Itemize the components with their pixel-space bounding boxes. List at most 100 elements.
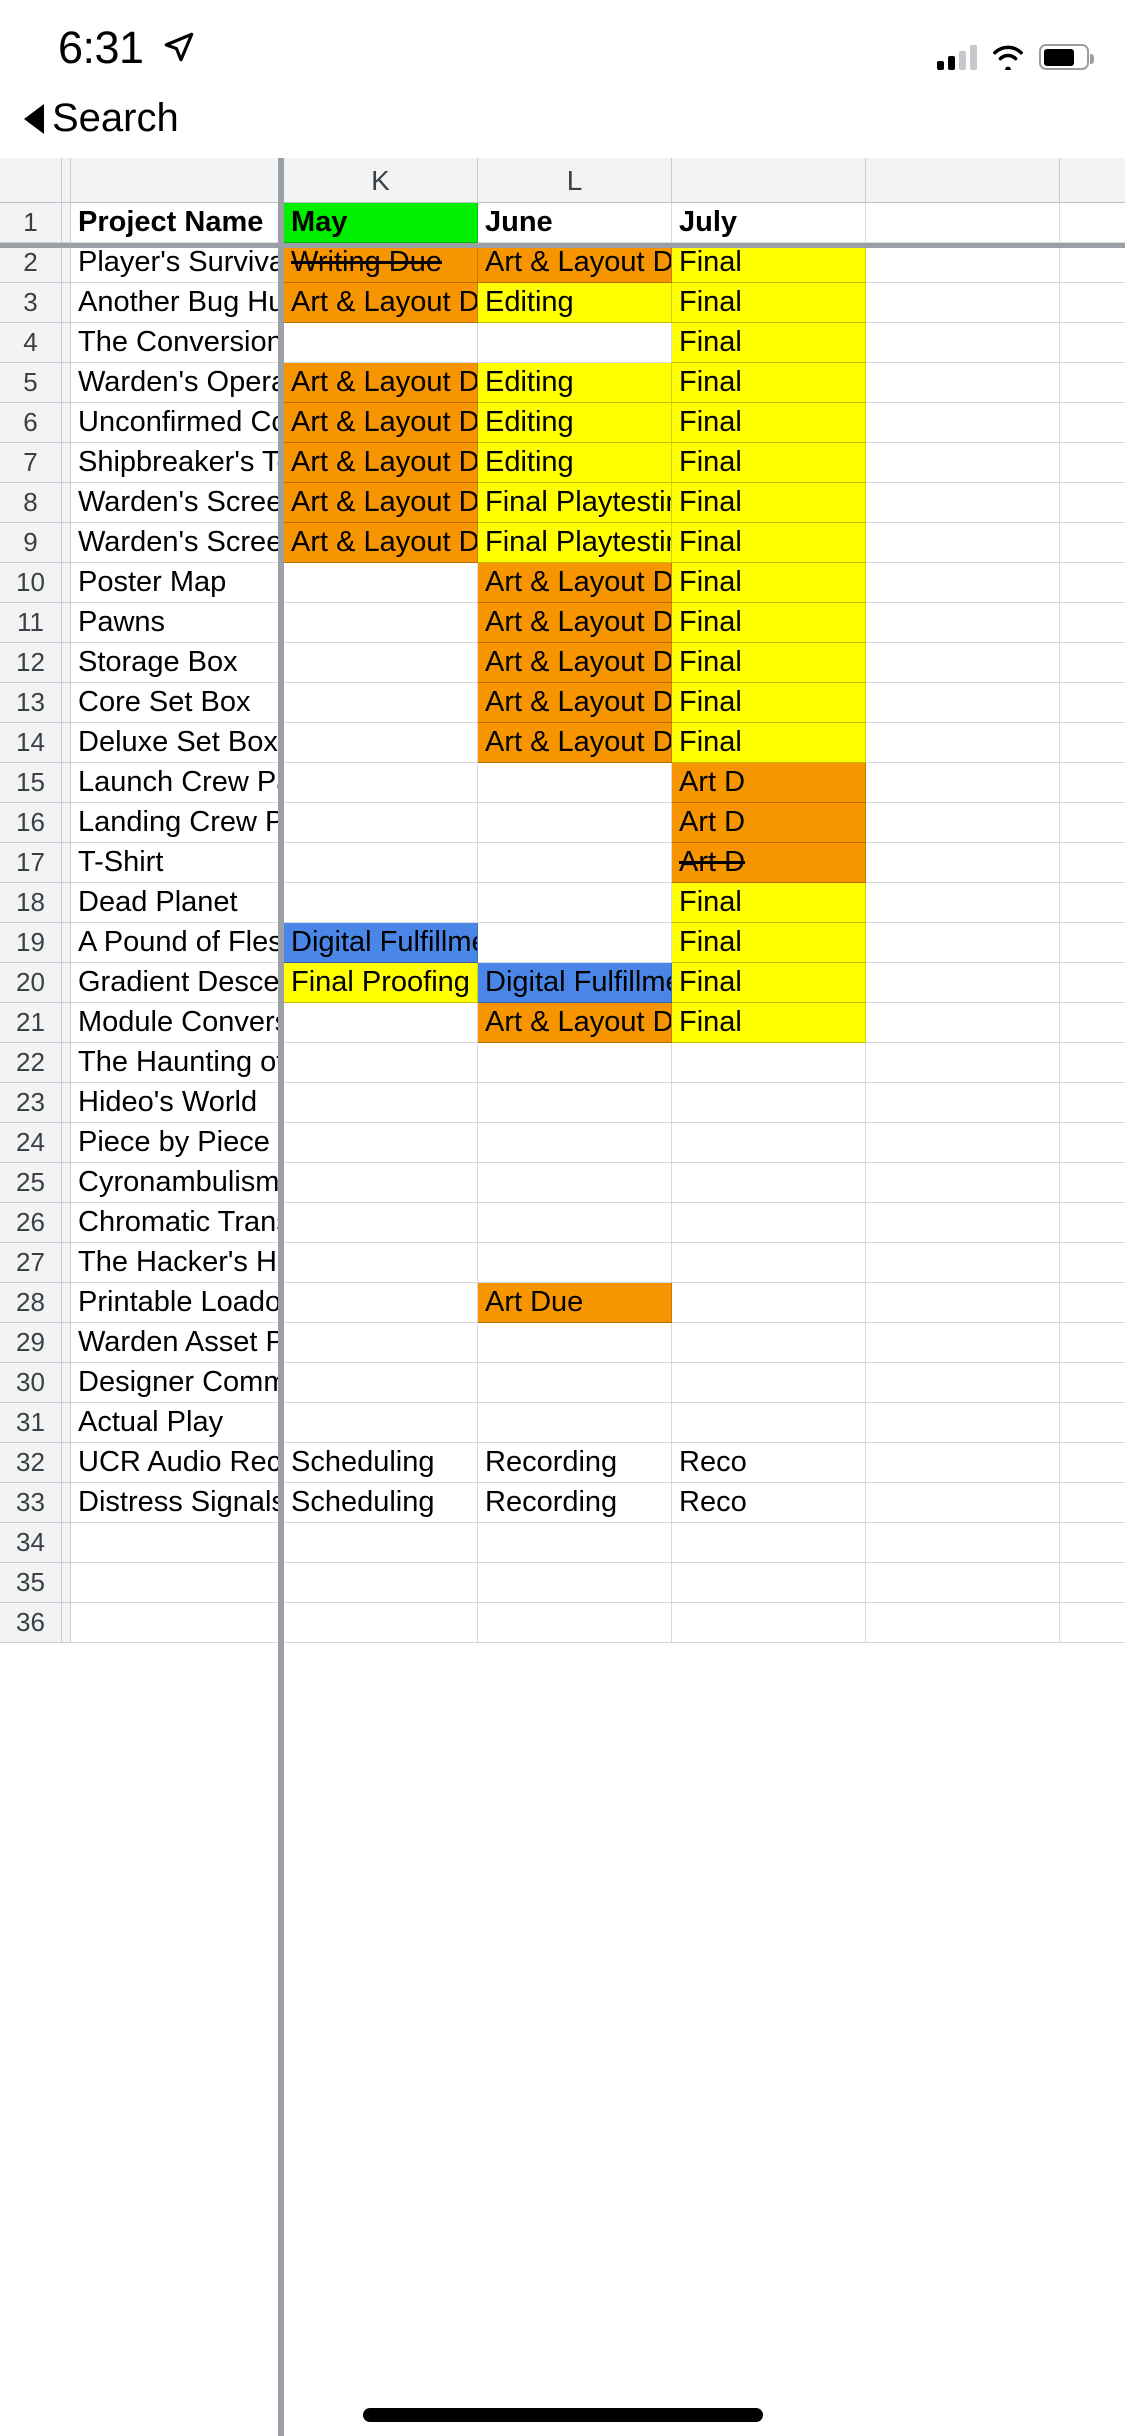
- cell-m-row23[interactable]: [672, 1083, 866, 1123]
- cell-k-row15[interactable]: [284, 763, 478, 803]
- row-number[interactable]: 30: [0, 1363, 62, 1403]
- cell-n-row5[interactable]: [866, 363, 1060, 403]
- cell-n-row21[interactable]: [866, 1003, 1060, 1043]
- table-row[interactable]: 35: [0, 1563, 1125, 1603]
- cell-k-row32[interactable]: Scheduling: [284, 1443, 478, 1483]
- cell-k-row23[interactable]: [284, 1083, 478, 1123]
- cell-n-row4[interactable]: [866, 323, 1060, 363]
- row-number[interactable]: 5: [0, 363, 62, 403]
- cell-m-row14[interactable]: Final: [672, 723, 866, 763]
- cell-m-row33[interactable]: Reco: [672, 1483, 866, 1523]
- cell-n-row35[interactable]: [866, 1563, 1060, 1603]
- cell-k-row21[interactable]: [284, 1003, 478, 1043]
- cell-n-row12[interactable]: [866, 643, 1060, 683]
- row-number[interactable]: 14: [0, 723, 62, 763]
- cell-o-row36[interactable]: [1060, 1603, 1125, 1643]
- cell-o-row14[interactable]: [1060, 723, 1125, 763]
- cell-m-row12[interactable]: Final: [672, 643, 866, 683]
- cell-o-row33[interactable]: [1060, 1483, 1125, 1523]
- cell-k-row24[interactable]: [284, 1123, 478, 1163]
- cell-name-row1[interactable]: Project Name: [71, 203, 282, 243]
- cell-n-row20[interactable]: [866, 963, 1060, 1003]
- cell-k-row1[interactable]: May: [284, 203, 478, 243]
- cell-o-row19[interactable]: [1060, 923, 1125, 963]
- row-number[interactable]: 33: [0, 1483, 62, 1523]
- cell-l-row12[interactable]: Art & Layout Due: [478, 643, 672, 683]
- cell-k-row12[interactable]: [284, 643, 478, 683]
- cell-o-row27[interactable]: [1060, 1243, 1125, 1283]
- cell-m-row6[interactable]: Final: [672, 403, 866, 443]
- column-header-l[interactable]: L: [478, 158, 672, 203]
- cell-k-row30[interactable]: [284, 1363, 478, 1403]
- row-number[interactable]: 23: [0, 1083, 62, 1123]
- column-header-o[interactable]: [1060, 158, 1125, 203]
- row-number[interactable]: 36: [0, 1603, 62, 1643]
- cell-l-row29[interactable]: [478, 1323, 672, 1363]
- cell-l-row8[interactable]: Final Playtesting: [478, 483, 672, 523]
- cell-m-row20[interactable]: Final: [672, 963, 866, 1003]
- cell-name-row22[interactable]: The Haunting of Y: [71, 1043, 282, 1083]
- cell-m-row19[interactable]: Final: [672, 923, 866, 963]
- row-number[interactable]: 8: [0, 483, 62, 523]
- cell-o-row4[interactable]: [1060, 323, 1125, 363]
- cell-name-row19[interactable]: A Pound of Flesh: [71, 923, 282, 963]
- cell-m-row13[interactable]: Final: [672, 683, 866, 723]
- cell-o-row16[interactable]: [1060, 803, 1125, 843]
- table-row[interactable]: 22 The Haunting of Y: [0, 1043, 1125, 1083]
- table-row[interactable]: 16 Landing Crew Pat Art D: [0, 803, 1125, 843]
- cell-l-row23[interactable]: [478, 1083, 672, 1123]
- table-row[interactable]: 18 Dead Planet Final: [0, 883, 1125, 923]
- row-number[interactable]: 15: [0, 763, 62, 803]
- table-row[interactable]: 21 Module Conversio Art & Layout DueFinal: [0, 1003, 1125, 1043]
- row-number[interactable]: 32: [0, 1443, 62, 1483]
- cell-name-row21[interactable]: Module Conversio: [71, 1003, 282, 1043]
- cell-m-row1[interactable]: July: [672, 203, 866, 243]
- cell-n-row36[interactable]: [866, 1603, 1060, 1643]
- row-number[interactable]: 18: [0, 883, 62, 923]
- cell-k-row19[interactable]: Digital Fulfillment: [284, 923, 478, 963]
- cell-name-row28[interactable]: Printable Loadout: [71, 1283, 282, 1323]
- cell-m-row32[interactable]: Reco: [672, 1443, 866, 1483]
- row-number[interactable]: 31: [0, 1403, 62, 1443]
- cell-k-row25[interactable]: [284, 1163, 478, 1203]
- cell-name-row17[interactable]: T-Shirt: [71, 843, 282, 883]
- cell-name-row2[interactable]: Player's Survival G: [71, 243, 282, 283]
- cell-n-row11[interactable]: [866, 603, 1060, 643]
- cell-l-row20[interactable]: Digital Fulfillment: [478, 963, 672, 1003]
- cell-name-row16[interactable]: Landing Crew Pat: [71, 803, 282, 843]
- row-number[interactable]: 3: [0, 283, 62, 323]
- table-row[interactable]: 30 Designer Commer: [0, 1363, 1125, 1403]
- table-row[interactable]: 26 Chromatic Transfe: [0, 1203, 1125, 1243]
- cell-o-row28[interactable]: [1060, 1283, 1125, 1323]
- cell-name-row9[interactable]: Warden's Screen: [71, 523, 282, 563]
- cell-k-row33[interactable]: Scheduling: [284, 1483, 478, 1523]
- cell-l-row14[interactable]: Art & Layout Due: [478, 723, 672, 763]
- table-row[interactable]: 8 Warden's Screen Art & Layout DueFinal Pl…: [0, 483, 1125, 523]
- cell-k-row8[interactable]: Art & Layout Due: [284, 483, 478, 523]
- row-number[interactable]: 24: [0, 1123, 62, 1163]
- cell-m-row28[interactable]: [672, 1283, 866, 1323]
- cell-n-row17[interactable]: [866, 843, 1060, 883]
- column-header-rownum[interactable]: [0, 158, 62, 203]
- table-row[interactable]: 28 Printable Loadout Art Due: [0, 1283, 1125, 1323]
- cell-o-row23[interactable]: [1060, 1083, 1125, 1123]
- cell-l-row21[interactable]: Art & Layout Due: [478, 1003, 672, 1043]
- cell-l-row36[interactable]: [478, 1603, 672, 1643]
- cell-l-row10[interactable]: Art & Layout Due: [478, 563, 672, 603]
- cell-o-row32[interactable]: [1060, 1443, 1125, 1483]
- row-number[interactable]: 13: [0, 683, 62, 723]
- cell-l-row33[interactable]: Recording: [478, 1483, 672, 1523]
- cell-m-row25[interactable]: [672, 1163, 866, 1203]
- cell-o-row17[interactable]: [1060, 843, 1125, 883]
- column-header-gap[interactable]: [62, 158, 71, 203]
- cell-n-row28[interactable]: [866, 1283, 1060, 1323]
- cell-n-row13[interactable]: [866, 683, 1060, 723]
- cell-name-row10[interactable]: Poster Map: [71, 563, 282, 603]
- cell-k-row31[interactable]: [284, 1403, 478, 1443]
- cell-k-row29[interactable]: [284, 1323, 478, 1363]
- row-number[interactable]: 25: [0, 1163, 62, 1203]
- column-header-j[interactable]: [71, 158, 282, 203]
- cell-o-row21[interactable]: [1060, 1003, 1125, 1043]
- cell-m-row8[interactable]: Final: [672, 483, 866, 523]
- cell-name-row34[interactable]: [71, 1523, 282, 1563]
